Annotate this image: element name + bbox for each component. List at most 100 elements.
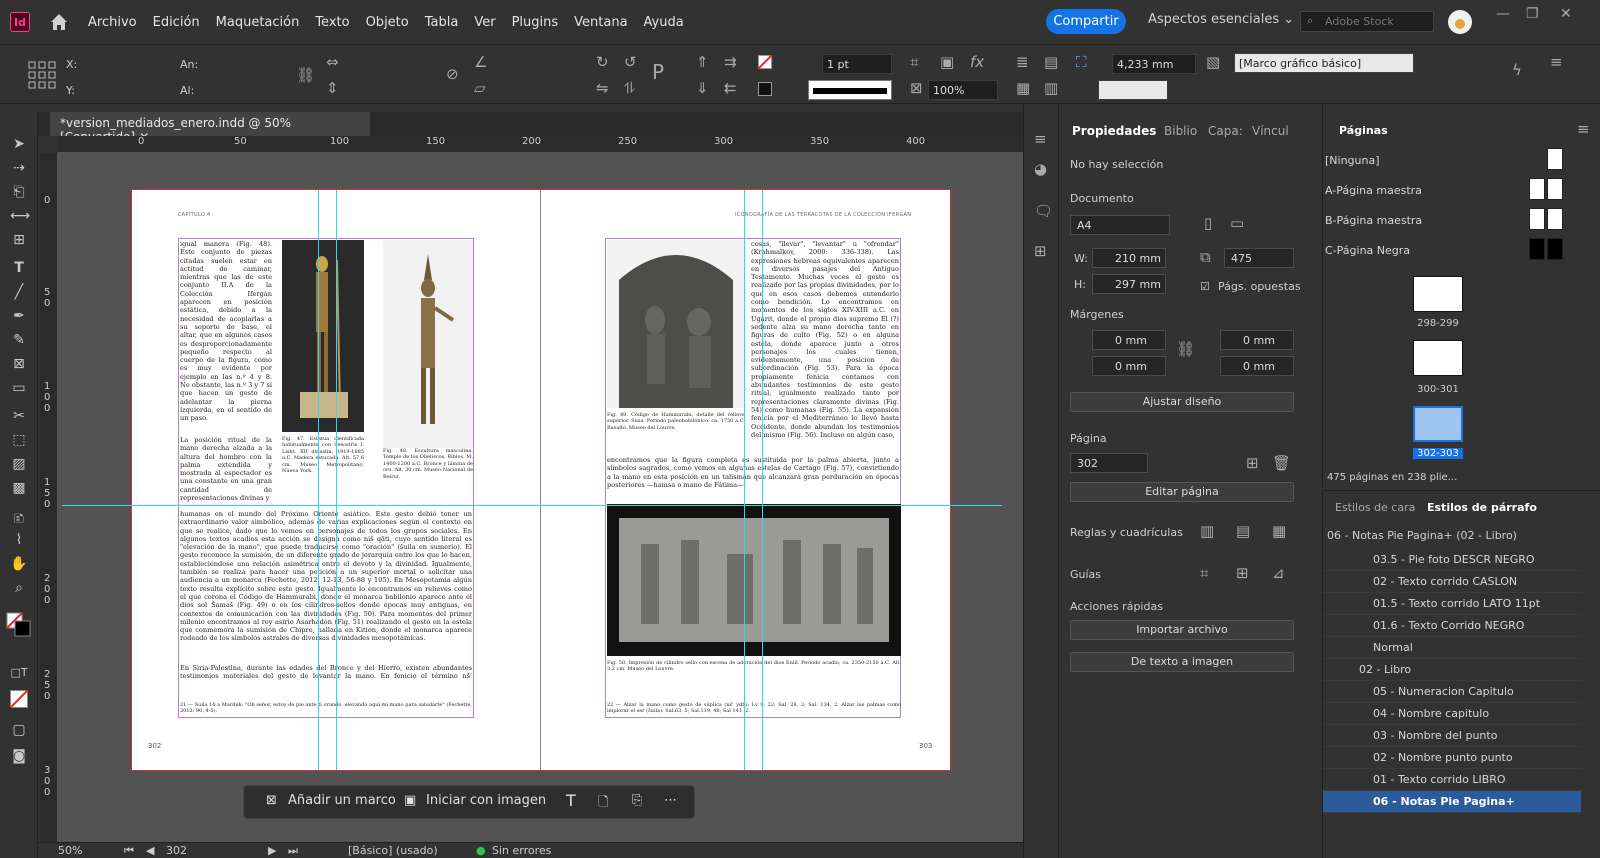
rectangle-frame-tool-icon[interactable]: ⊠ xyxy=(10,356,28,374)
horizontal-guide[interactable] xyxy=(62,505,1002,506)
select-container-icon[interactable]: ⇑ xyxy=(696,55,709,70)
home-icon[interactable] xyxy=(48,11,70,33)
menu-archivo[interactable]: Archivo xyxy=(80,15,145,30)
footnote-left[interactable]: 21 — Šuila 16 a Marduk: "Oh señor, estoy… xyxy=(180,702,472,718)
style-group[interactable]: 02 - Libro xyxy=(1323,659,1581,681)
share-button[interactable]: Compartir xyxy=(1046,9,1126,34)
portrait-icon[interactable]: ▯ xyxy=(1204,216,1212,231)
flip-vertical-icon[interactable]: ⥮ xyxy=(624,81,635,96)
smart-guides-icon[interactable]: ⊿ xyxy=(1272,566,1285,581)
menu-texto[interactable]: Texto xyxy=(307,15,357,30)
swatch-field[interactable] xyxy=(1098,80,1168,100)
spread-thumb[interactable] xyxy=(1413,276,1463,312)
spread-thumb[interactable] xyxy=(1413,340,1463,376)
margin-bottom-field[interactable]: 0 mm xyxy=(1092,356,1166,376)
edit-page-button[interactable]: Editar página xyxy=(1070,482,1294,502)
free-transform-tool-icon[interactable]: ⬚ xyxy=(10,432,28,450)
master-thumb[interactable] xyxy=(1547,178,1563,200)
menu-maquetacion[interactable]: Maquetación xyxy=(208,15,308,30)
page-size-select[interactable]: A4 xyxy=(1070,215,1170,235)
restore-icon[interactable]: ❐ xyxy=(1526,6,1539,22)
page-height-field[interactable]: 297 mm xyxy=(1092,274,1166,294)
selection-tool-icon[interactable]: ➤ xyxy=(10,136,28,154)
scale-y-icon[interactable]: ⇕ xyxy=(326,81,339,96)
import-file-button[interactable]: Importar archivo xyxy=(1070,620,1294,640)
workspace-switcher[interactable]: Aspectos esenciales ⌄ xyxy=(1148,12,1294,27)
preview-mode-icon[interactable]: ◙ xyxy=(10,748,28,766)
lock-guides-icon[interactable]: ⊞ xyxy=(1236,566,1249,581)
fill-none-icon[interactable] xyxy=(758,55,772,69)
menu-objeto[interactable]: Objeto xyxy=(358,15,417,30)
master-thumb[interactable] xyxy=(1529,208,1545,230)
style-item[interactable]: Normal xyxy=(1323,637,1581,659)
formatting-affects-icon[interactable]: □T xyxy=(10,666,28,684)
reference-point-icon[interactable] xyxy=(28,61,56,89)
note-tool-icon[interactable]: 🗈 xyxy=(10,508,28,527)
zoom-select[interactable]: 50% xyxy=(58,844,82,857)
document-tab[interactable]: *version_mediados_enero.indd @ 50% [Conv… xyxy=(50,112,370,144)
gap-tool-icon[interactable]: ⟷ xyxy=(10,208,30,226)
prev-page-icon[interactable]: ◀ xyxy=(146,844,154,857)
zoom-tool-icon[interactable]: ⌕ xyxy=(10,580,28,598)
apply-none-icon[interactable] xyxy=(10,690,28,708)
shear-angle-icon[interactable]: ▱ xyxy=(474,81,486,96)
style-item[interactable]: 04 - Nombre capitulo xyxy=(1323,703,1581,725)
master-c[interactable]: C-Página Negra xyxy=(1325,244,1410,257)
body-text-column[interactable]: igual manera (Fig. 48). Este conjunto de… xyxy=(180,240,272,430)
vertical-guide[interactable] xyxy=(762,190,763,770)
minimize-icon[interactable]: — xyxy=(1496,6,1510,22)
select-next-icon[interactable]: ⇉ xyxy=(724,55,737,70)
fig49-caption[interactable]: Fig. 49. Código de Hammurabi, detalle de… xyxy=(607,412,745,442)
tab-properties[interactable]: Propiedades xyxy=(1072,124,1156,138)
text-wrap-box-icon[interactable]: ▤ xyxy=(1044,55,1058,70)
hand-tool-icon[interactable]: ✋ xyxy=(10,556,28,574)
link-scale-icon[interactable]: ⊘ xyxy=(446,67,459,82)
tab-character-styles[interactable]: Estilos de cara xyxy=(1335,501,1415,514)
stroke-weight-field[interactable]: 1 pt xyxy=(822,54,892,74)
tab-layers[interactable]: Capa: xyxy=(1208,124,1243,138)
body-text-column[interactable]: cosas, "llevar", "levantar" u "ofrendar"… xyxy=(751,240,899,450)
pen-tool-icon[interactable]: ✒ xyxy=(10,308,28,326)
margin-left-field[interactable]: 0 mm xyxy=(1220,330,1294,350)
vertical-guide[interactable] xyxy=(744,190,745,770)
gradient-tool-icon[interactable]: ▨ xyxy=(10,456,28,474)
effects-fx-icon[interactable]: fx xyxy=(970,55,984,70)
scissors-tool-icon[interactable]: ✂ xyxy=(10,408,28,426)
body-text-main[interactable]: encontramos que la figura completa es su… xyxy=(607,456,899,496)
page-select[interactable]: 302 xyxy=(1070,453,1148,473)
path-p-icon[interactable]: P xyxy=(652,62,664,82)
text-wrap-jump-icon[interactable]: ▥ xyxy=(1044,81,1058,96)
fig50-image[interactable] xyxy=(607,504,901,656)
corner-options-icon[interactable]: ⛶ xyxy=(1076,55,1087,70)
facing-pages-checkbox[interactable]: ☑ xyxy=(1200,280,1210,293)
style-item[interactable]: 02 - Nombre punto punto xyxy=(1323,747,1581,769)
y-field[interactable] xyxy=(84,80,164,100)
rectangle-tool-icon[interactable]: ▭ xyxy=(10,380,28,398)
pencil-tool-icon[interactable]: ✎ xyxy=(10,332,28,350)
next-page-icon[interactable]: ▶ xyxy=(268,844,276,857)
fig48-caption[interactable]: Fig. 48. Escultura masculina. Templo de … xyxy=(383,448,473,494)
place-icon[interactable]: ⎘ xyxy=(632,793,642,808)
spread-thumb-selected[interactable] xyxy=(1413,406,1463,442)
fig50-caption[interactable]: Fig. 50. Impresión de cilindro sello con… xyxy=(607,660,901,680)
close-icon[interactable]: ✕ xyxy=(1560,6,1572,22)
object-style-select[interactable]: [Marco gráfico básico] xyxy=(1234,53,1414,73)
pages-title[interactable]: Páginas xyxy=(1339,124,1388,137)
more-icon[interactable]: ⋯ xyxy=(664,793,677,808)
comments-icon[interactable]: 🗨 xyxy=(1034,204,1053,219)
fig49-image[interactable] xyxy=(607,240,745,408)
margin-right-field[interactable]: 0 mm xyxy=(1220,356,1294,376)
x-field[interactable] xyxy=(84,54,164,74)
menu-ayuda[interactable]: Ayuda xyxy=(636,15,692,30)
line-tool-icon[interactable]: ╱ xyxy=(10,284,28,302)
fig48-image[interactable] xyxy=(383,240,473,448)
master-select[interactable]: [Básico] (usado) xyxy=(348,844,438,857)
layers-icon[interactable]: ≡ xyxy=(1034,132,1047,147)
delete-page-icon[interactable]: 🗑 xyxy=(1272,456,1291,471)
pages-mini-icon[interactable]: ⊞ xyxy=(1034,244,1047,259)
content-collector-icon[interactable]: ⊞ xyxy=(10,232,28,250)
flip-horizontal-icon[interactable]: ⇋ xyxy=(596,81,609,96)
avatar[interactable] xyxy=(1448,10,1472,34)
text-wrap-none-icon[interactable]: ≣ xyxy=(1016,55,1029,70)
adjust-layout-button[interactable]: Ajustar diseño xyxy=(1070,392,1294,412)
